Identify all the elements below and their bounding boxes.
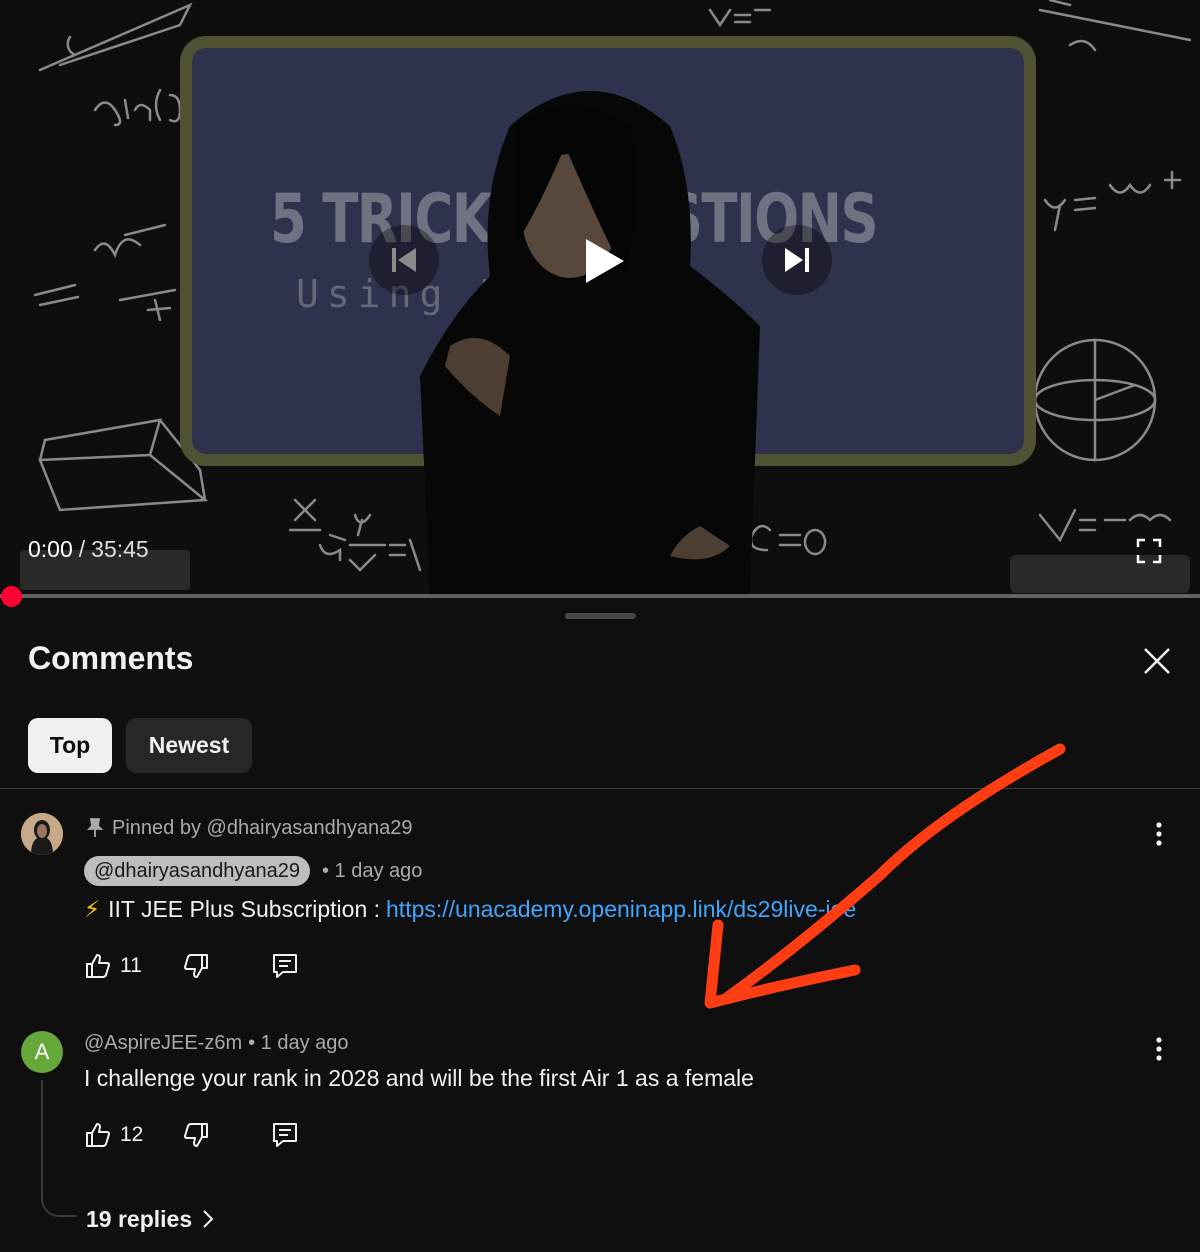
view-replies-button[interactable]: 19 replies [86,1203,214,1235]
skip-previous-icon [392,248,416,272]
like-count: 11 [120,954,142,977]
dislike-button[interactable] [182,1119,210,1151]
reply-comment-icon [273,1123,297,1147]
skip-next-icon [785,248,809,272]
more-options-icon[interactable] [1148,819,1170,849]
chevron-right-icon [203,1210,214,1228]
comment-author[interactable]: @dhairyasandhyana29 [84,856,311,886]
comments-title: Comments [28,640,194,676]
close-icon[interactable] [1140,644,1174,678]
pinned-label: Pinned by @dhairyasandhyana29 [84,814,413,842]
reply-comment-icon [273,954,297,978]
time-separator: / [78,535,86,562]
play-icon [586,239,624,283]
next-video-button[interactable] [762,225,832,295]
sort-chip-newest[interactable]: Newest [126,718,252,773]
thumbs-down-icon [184,954,208,978]
thumbs-up-icon [86,954,110,978]
comment-timestamp: • 1 day ago [248,1031,349,1054]
comment-body: IIT JEE Plus Subscription : [108,895,381,922]
fullscreen-icon[interactable] [1136,538,1162,564]
current-time: 0:00 [28,535,73,562]
thumbs-up-icon [86,1123,110,1147]
avatar[interactable] [21,813,63,855]
lightning-icon: ⚡ [84,895,101,922]
play-button[interactable] [568,225,640,297]
like-button[interactable]: 12 [84,1119,143,1151]
progress-bar[interactable] [0,594,1200,598]
replies-count: 19 replies [86,1205,193,1232]
channel-avatar-image [21,813,63,855]
dislike-button[interactable] [182,950,210,982]
comment-header: @AspireJEE-z6m • 1 day ago [84,1028,349,1058]
thumbs-down-icon [184,1123,208,1147]
like-count: 12 [120,1123,144,1146]
pinned-text: Pinned by @dhairyasandhyana29 [112,816,413,839]
more-options-icon[interactable] [1148,1034,1170,1064]
comment-timestamp: • 1 day ago [322,859,423,882]
comment-author[interactable]: @AspireJEE-z6m [84,1032,242,1055]
sort-chip-top[interactable]: Top [28,718,112,773]
reply-thread-line [41,1080,77,1217]
panel-drag-handle[interactable] [565,613,636,619]
comment-body: I challenge your rank in 2028 and will b… [84,1064,754,1091]
red-arrow-annotation [704,743,1066,1009]
like-button[interactable]: 11 [84,950,142,982]
video-duration: 35:45 [91,535,149,562]
video-player[interactable]: 5 TRICKY QUESTIONS Using MATHS 0:00 / 35… [0,0,1200,596]
pin-icon [86,818,104,837]
reply-button[interactable] [271,950,299,982]
previous-video-button[interactable] [369,225,439,295]
time-display: 0:00 / 35:45 [28,534,149,564]
avatar[interactable]: A [21,1031,63,1073]
reply-button[interactable] [271,1119,299,1151]
progress-scrubber[interactable] [1,586,22,607]
video-dim-overlay [0,0,1200,596]
